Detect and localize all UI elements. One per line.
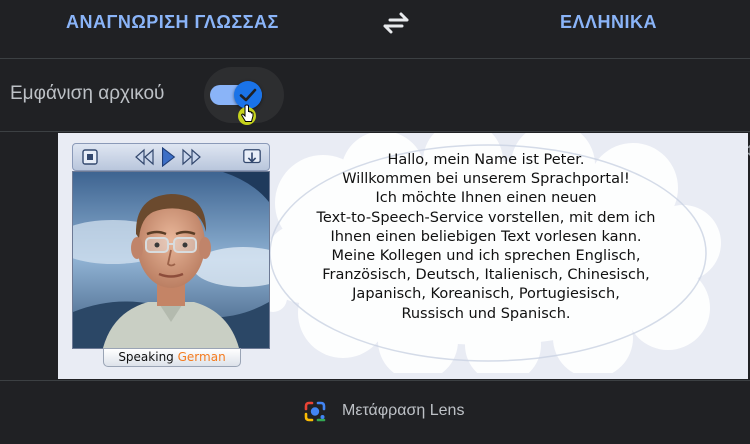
language-bar: ΑΝΑΓΝΩΡΙΣΗ ΓΛΩΣΣΑΣ ΕΛΛΗΝΙΚΑ bbox=[0, 0, 750, 59]
speech-line: Hallo, mein Name ist Peter. bbox=[387, 152, 585, 168]
show-original-label: Εμφάνιση αρχικού bbox=[10, 83, 165, 104]
source-language-button[interactable]: ΑΝΑΓΝΩΡΙΣΗ ΓΛΩΣΣΑΣ bbox=[66, 0, 279, 44]
speech-line: Willkommen bei unserem Sprachportal! bbox=[342, 171, 630, 188]
speech-line: Ihnen einen beliebigen Text vorlesen kan… bbox=[330, 228, 642, 245]
fast-forward-icon[interactable] bbox=[181, 147, 203, 167]
lens-translate-label: Μετάφραση Lens bbox=[342, 402, 465, 419]
speaking-language: German bbox=[177, 350, 226, 364]
avatar bbox=[73, 172, 269, 348]
lens-bar: Μετάφραση Lens bbox=[0, 380, 750, 444]
target-language-button[interactable]: ΕΛΛΗΝΙΚΑ bbox=[560, 0, 657, 44]
show-original-row: Εμφάνιση αρχικού ⇕ bbox=[0, 59, 750, 161]
player-controls bbox=[72, 143, 270, 171]
play-icon[interactable] bbox=[159, 147, 177, 167]
speech-line: Japanisch, Koreanisch, Portugiesisch, bbox=[352, 286, 620, 303]
stop-icon[interactable] bbox=[81, 147, 99, 167]
speech-line: Meine Kollegen und ich sprechen Englisch… bbox=[331, 248, 641, 265]
toggle-knob[interactable] bbox=[234, 81, 262, 109]
avatar-portrait bbox=[72, 171, 270, 349]
download-icon[interactable] bbox=[241, 147, 263, 167]
speech-line: Russisch und Spanisch. bbox=[401, 305, 571, 322]
google-lens-icon bbox=[304, 401, 326, 422]
speech-line: Französisch, Deutsch, Italienisch, Chine… bbox=[322, 267, 650, 284]
rewind-icon[interactable] bbox=[133, 147, 155, 167]
swap-horiz-icon[interactable] bbox=[381, 10, 411, 34]
speech-line: Text-to-Speech-Service vorstellen, mit d… bbox=[316, 209, 656, 226]
speaking-language-label: Speaking German bbox=[103, 348, 241, 367]
translated-image: Hallo, mein Name ist Peter. Willkommen b… bbox=[58, 133, 748, 379]
check-icon bbox=[239, 88, 257, 102]
speech-line: Ich möchte Ihnen einen neuen bbox=[375, 190, 597, 207]
speech-text: Hallo, mein Name ist Peter. Willkommen b… bbox=[276, 151, 696, 324]
speaking-prefix: Speaking bbox=[118, 350, 174, 364]
